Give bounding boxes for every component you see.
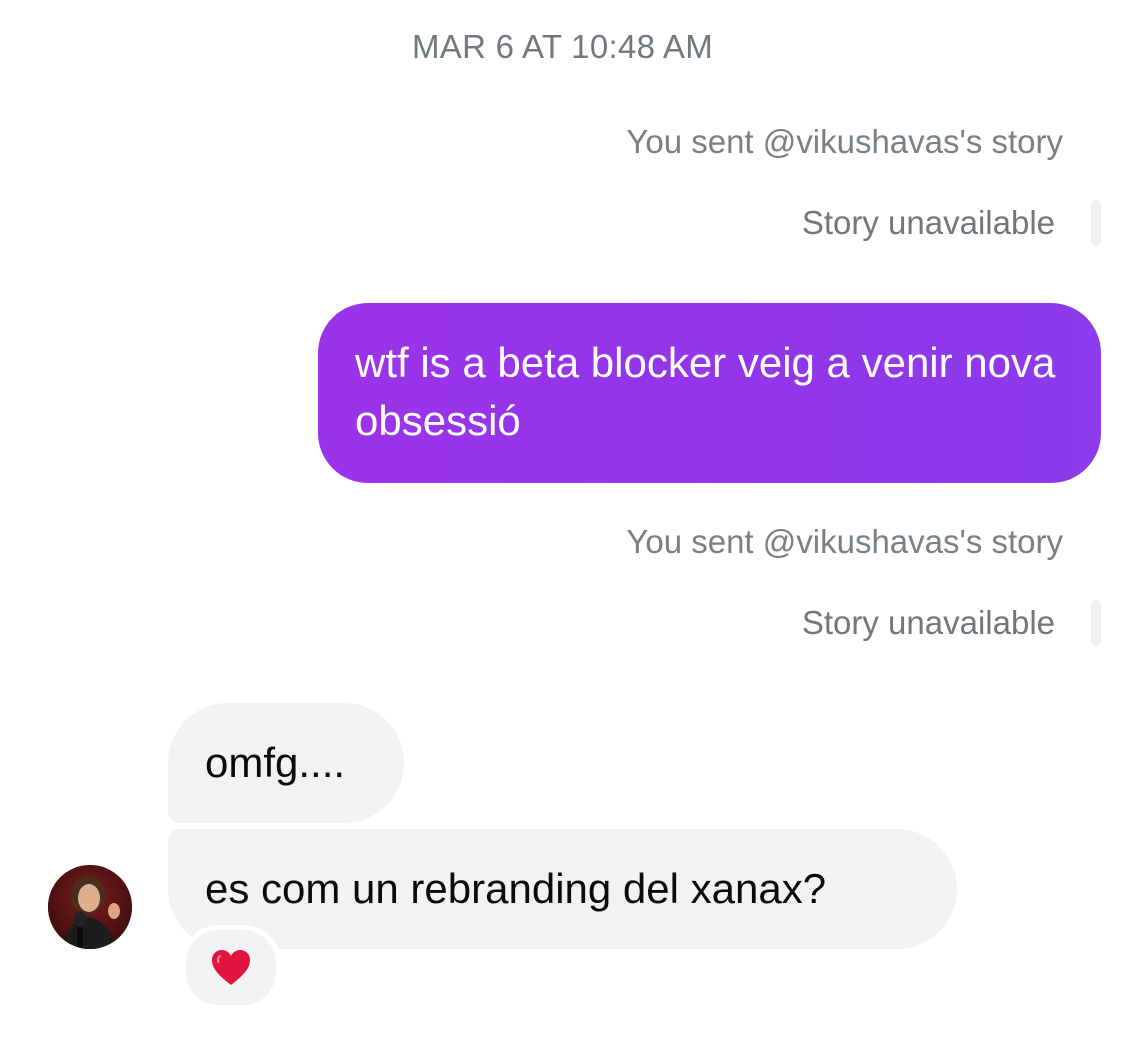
- avatar-photo: [48, 865, 132, 949]
- outgoing-message-bubble[interactable]: wtf is a beta blocker veig a venir nova …: [318, 303, 1101, 483]
- incoming-message-bubble[interactable]: es com un rebranding del xanax?: [168, 829, 957, 949]
- story-unavailable-card[interactable]: Story unavailable: [802, 600, 1101, 646]
- incoming-message-text: es com un rebranding del xanax?: [205, 865, 827, 912]
- story-share-note: You sent @vikushavas's story: [626, 123, 1063, 160]
- story-preview-placeholder: [1091, 200, 1101, 246]
- story-unavailable-label: Story unavailable: [801, 604, 1055, 641]
- message-reaction[interactable]: [181, 925, 281, 1010]
- story-share-note: You sent @vikushavas's story: [626, 523, 1063, 560]
- outgoing-message-text: wtf is a beta blocker veig a venir nova …: [355, 339, 1056, 444]
- incoming-message-bubble[interactable]: omfg....: [168, 703, 404, 823]
- avatar[interactable]: [48, 865, 132, 949]
- story-preview-placeholder: [1091, 600, 1101, 646]
- story-unavailable-card[interactable]: Story unavailable: [802, 200, 1101, 246]
- incoming-message-text: omfg....: [205, 739, 346, 786]
- story-unavailable-label: Story unavailable: [801, 204, 1055, 241]
- thread-timestamp: MAR 6 AT 10:48 AM: [411, 28, 714, 65]
- heart-icon: [212, 949, 250, 985]
